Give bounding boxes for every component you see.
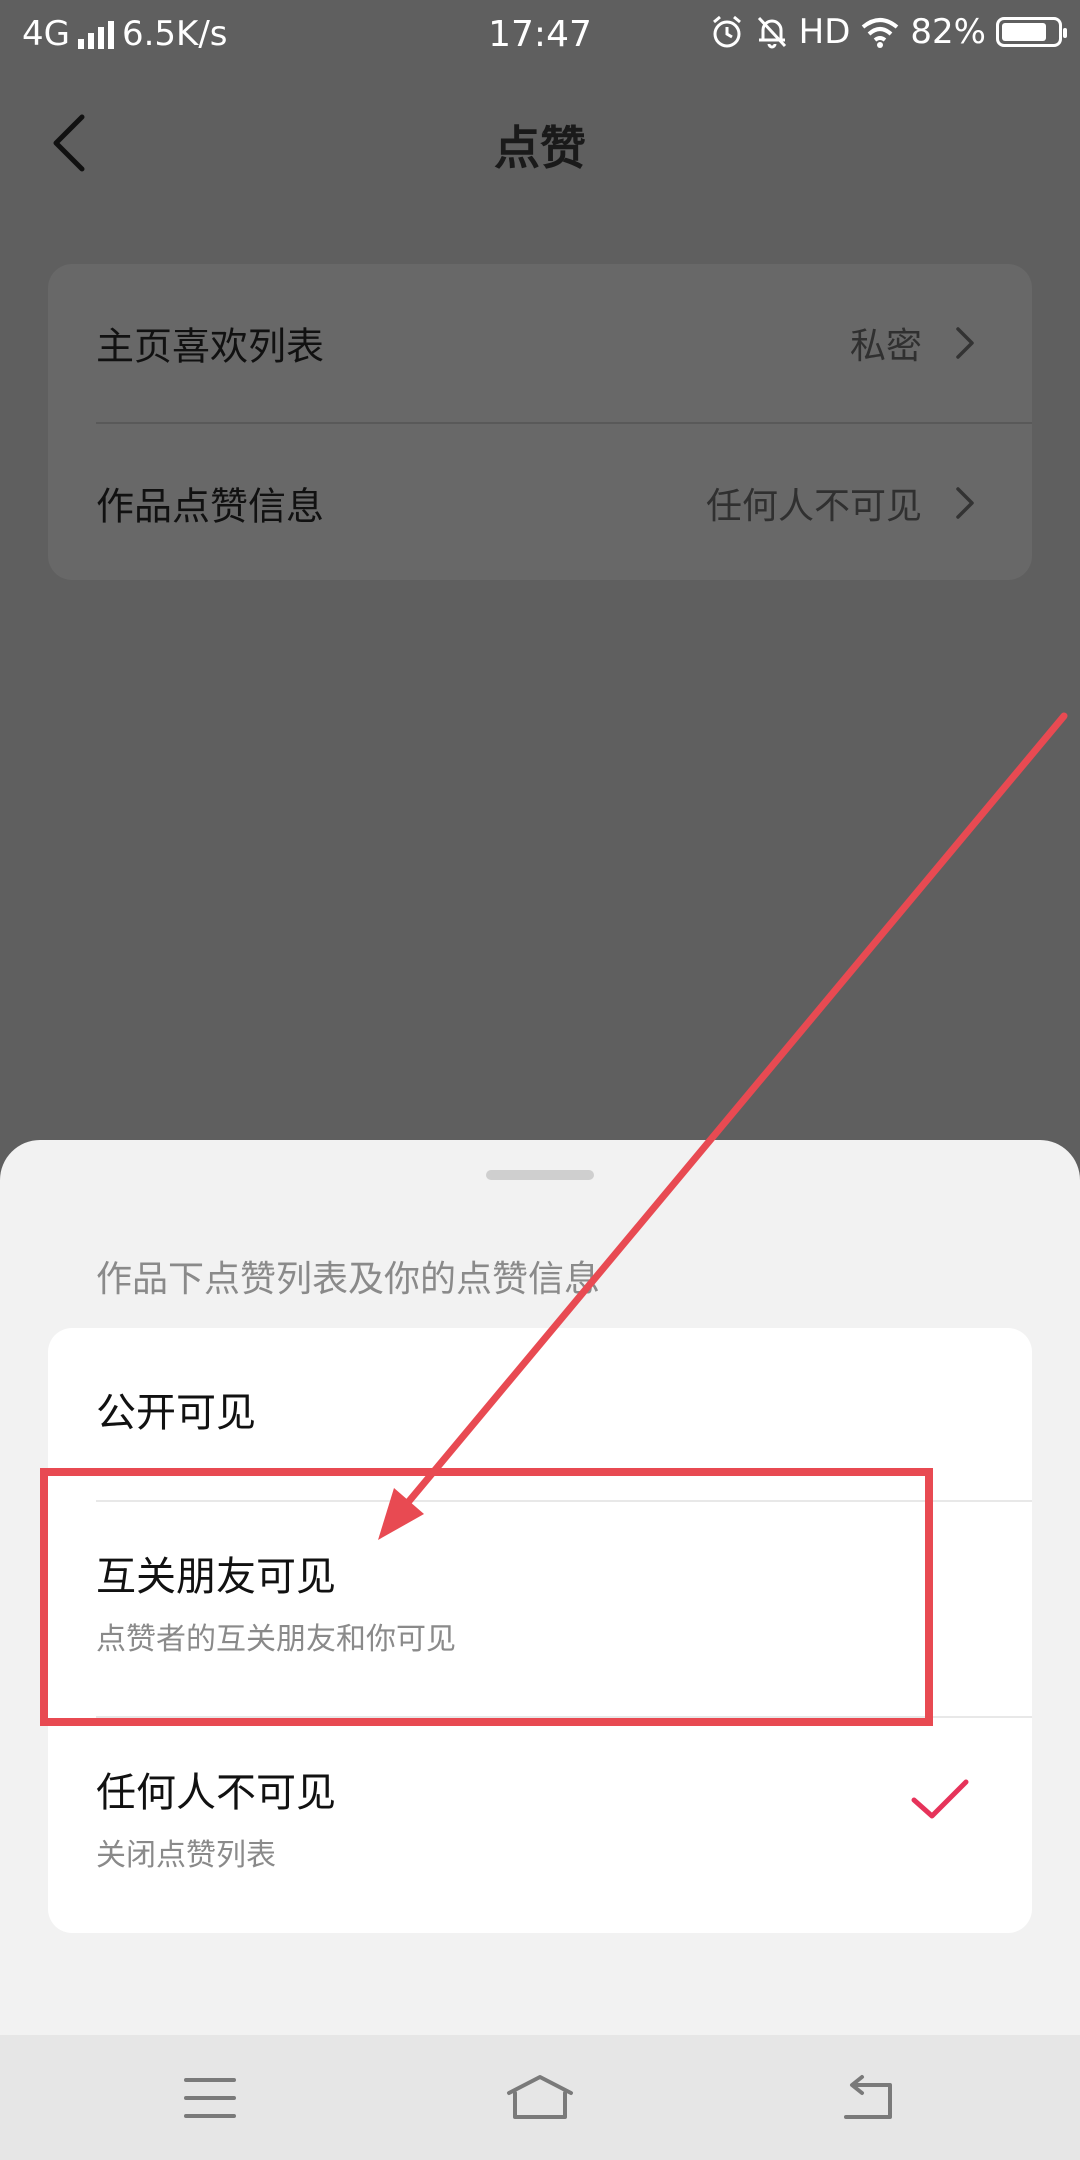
- setting-label: 作品点赞信息: [96, 484, 325, 529]
- mute-bell-icon: [757, 16, 786, 49]
- annotation-highlight-box: [40, 1468, 933, 1726]
- alarm-icon: [712, 15, 741, 48]
- page-title: 点赞: [494, 121, 586, 175]
- setting-row-likes-list[interactable]: 主页喜欢列表 私密: [48, 264, 1032, 422]
- option-nobody[interactable]: 任何人不可见 关闭点赞列表: [48, 1718, 1032, 1933]
- battery-fill: [1002, 23, 1047, 41]
- wifi-icon: [862, 18, 899, 48]
- home-button[interactable]: [490, 2063, 590, 2133]
- drag-handle[interactable]: [486, 1170, 594, 1180]
- setting-value: 私密: [849, 326, 922, 367]
- back-nav-button[interactable]: [818, 2063, 918, 2133]
- setting-label: 主页喜欢列表: [96, 324, 325, 369]
- header: 点赞: [0, 88, 1080, 198]
- home-icon: [507, 2075, 573, 2119]
- menu-icon: [184, 2078, 236, 2118]
- option-label: 任何人不可见: [96, 1770, 336, 1816]
- back-arrow-icon: [844, 2075, 892, 2119]
- setting-value: 任何人不可见: [705, 486, 922, 527]
- checkmark-icon: [911, 1779, 969, 1819]
- option-label: 公开可见: [96, 1390, 256, 1436]
- sheet-title: 作品下点赞列表及你的点赞信息: [96, 1259, 601, 1300]
- chevron-right-icon: [956, 327, 974, 359]
- status-bar: 4G 6.5K/s 17:47 HD 82%: [0, 0, 1080, 72]
- status-right: HD 82%: [709, 12, 1067, 52]
- battery-percent: 82%: [910, 12, 986, 52]
- settings-card: 主页喜欢列表 私密 作品点赞信息 任何人不可见: [48, 264, 1032, 580]
- battery-icon: [996, 17, 1067, 47]
- menu-button[interactable]: [160, 2063, 260, 2133]
- chevron-right-icon: [956, 487, 974, 519]
- navigation-bar: [0, 2035, 1080, 2160]
- hd-indicator: HD: [798, 12, 851, 52]
- option-description: 关闭点赞列表: [96, 1838, 276, 1873]
- setting-row-like-info[interactable]: 作品点赞信息 任何人不可见: [48, 424, 1032, 580]
